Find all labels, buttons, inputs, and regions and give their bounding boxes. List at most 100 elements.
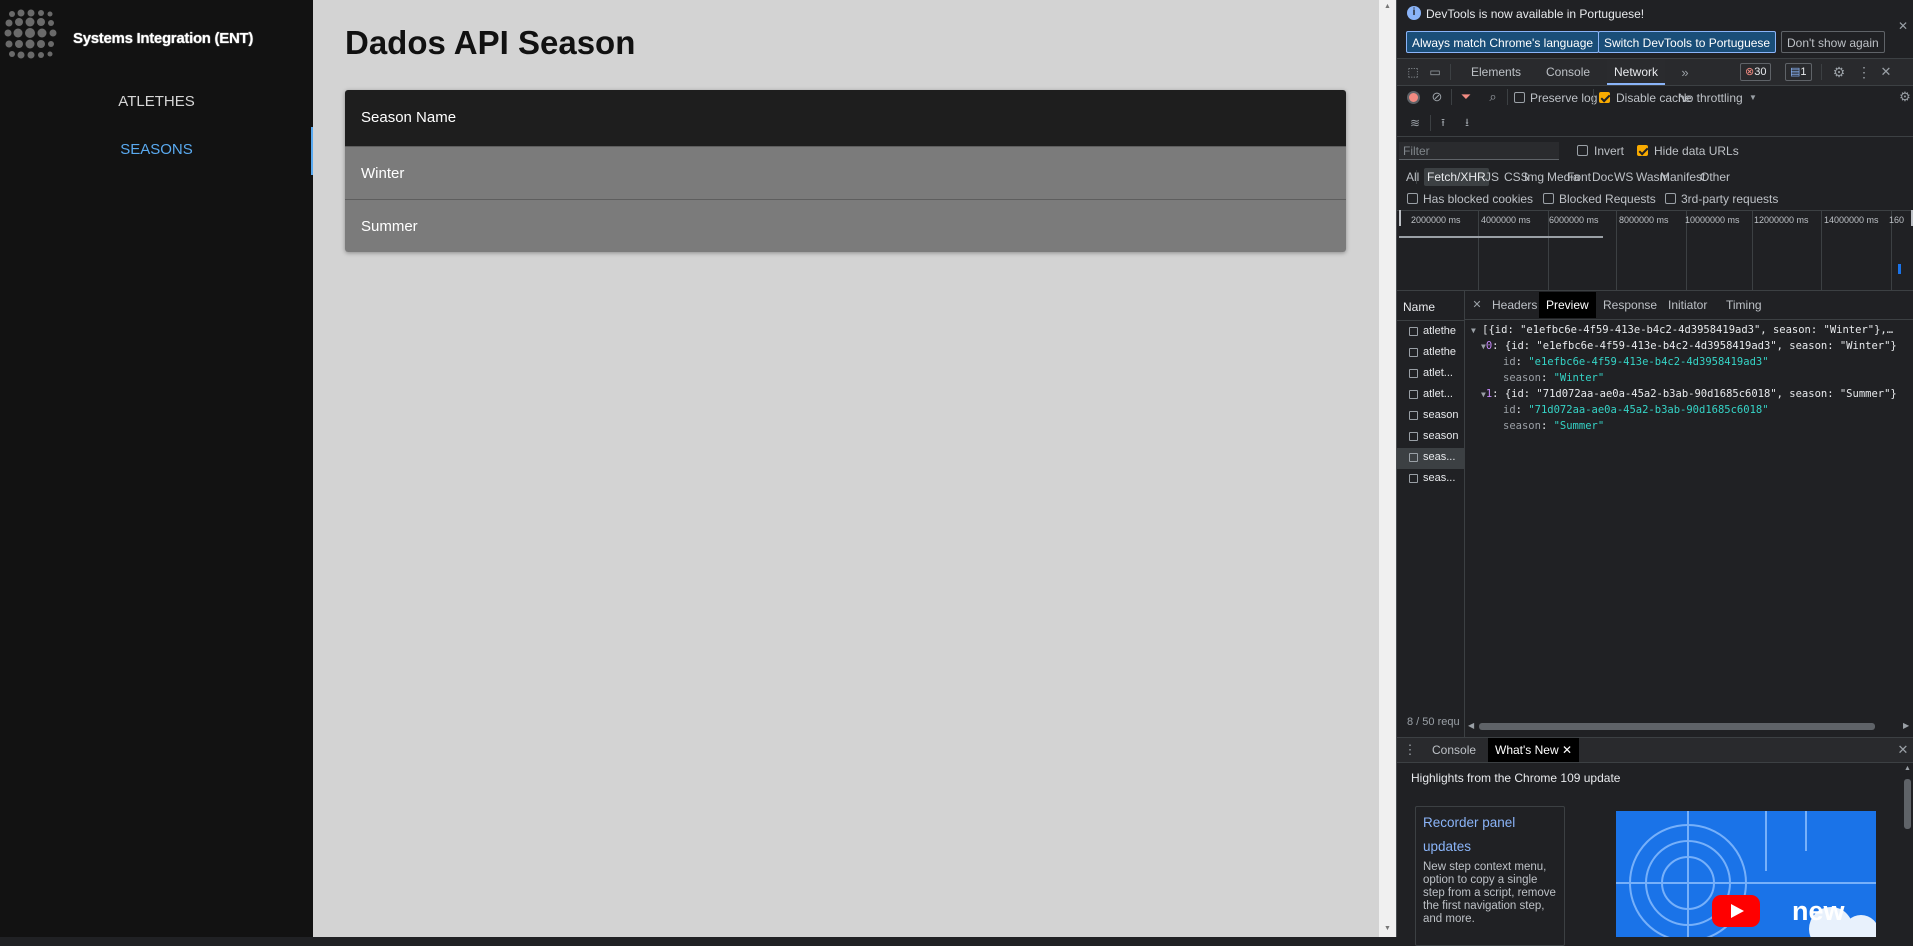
- type-filter-all[interactable]: All: [1403, 168, 1422, 186]
- request-row[interactable]: seas...: [1397, 448, 1464, 469]
- filter-input[interactable]: Filter: [1399, 142, 1559, 160]
- type-filter-js[interactable]: JS: [1482, 168, 1502, 186]
- request-checkbox[interactable]: [1409, 411, 1418, 420]
- preserve-log-checkbox[interactable]: [1514, 92, 1525, 103]
- type-filter-fetch-xhr[interactable]: Fetch/XHR: [1424, 168, 1489, 186]
- tab-elements[interactable]: Elements: [1464, 59, 1528, 85]
- chevron-down-icon[interactable]: ▼: [1748, 91, 1758, 103]
- youtube-play-icon[interactable]: [1712, 895, 1760, 927]
- video-thumbnail[interactable]: new: [1616, 811, 1876, 937]
- request-row[interactable]: atlethe: [1397, 322, 1464, 343]
- tab-preview[interactable]: Preview: [1539, 292, 1596, 318]
- request-row[interactable]: atlet...: [1397, 385, 1464, 406]
- request-row[interactable]: atlethe: [1397, 343, 1464, 364]
- type-filter-other[interactable]: Other: [1697, 168, 1733, 186]
- request-checkbox[interactable]: [1409, 474, 1418, 483]
- table-row[interactable]: Winter: [345, 146, 1346, 199]
- info-icon: i: [1407, 6, 1421, 20]
- request-row[interactable]: season: [1397, 427, 1464, 448]
- preview-horizontal-scrollbar[interactable]: ◀ ▶: [1465, 720, 1913, 733]
- request-checkbox[interactable]: [1409, 348, 1418, 357]
- nav-item-atlethes[interactable]: ATLETHES: [0, 93, 313, 110]
- scroll-thumb[interactable]: [1479, 723, 1875, 730]
- inspect-element-icon[interactable]: ⬚: [1406, 65, 1420, 79]
- scroll-right-icon[interactable]: ▶: [1903, 721, 1909, 730]
- json-item-row[interactable]: ▼1: {id: "71d072aa-ae0a-45a2-b3ab-90d168…: [1481, 388, 1897, 400]
- request-name: atlet...: [1423, 388, 1453, 400]
- import-har-icon[interactable]: ⭱: [1436, 116, 1450, 130]
- close-tab-icon[interactable]: ✕: [1562, 743, 1572, 757]
- drawer-tab-console[interactable]: Console: [1425, 738, 1483, 762]
- page-scrollbar[interactable]: ▲ ▼: [1379, 0, 1396, 937]
- nav-item-seasons[interactable]: SEASONS: [0, 141, 313, 158]
- request-name: season: [1423, 409, 1459, 421]
- scroll-down-icon[interactable]: ▼: [1384, 925, 1391, 932]
- request-checkbox[interactable]: [1409, 327, 1418, 336]
- more-options-icon[interactable]: ⋮: [1857, 64, 1871, 80]
- seasons-table: Season Name Winter Summer: [345, 90, 1346, 252]
- error-count-badge[interactable]: ⊗30: [1740, 63, 1772, 81]
- filter-icon[interactable]: ⏷: [1458, 89, 1474, 105]
- main-content: Dados API Season Season Name Winter Summ…: [313, 0, 1379, 937]
- record-icon[interactable]: [1407, 91, 1420, 104]
- device-toolbar-icon[interactable]: ▭: [1428, 65, 1442, 79]
- request-checkbox[interactable]: [1409, 432, 1418, 441]
- drawer-scrollbar[interactable]: ▲: [1901, 763, 1913, 937]
- invert-checkbox[interactable]: [1577, 145, 1588, 156]
- scroll-thumb[interactable]: [1904, 779, 1911, 829]
- timeline-tick-label: 4000000 ms: [1481, 215, 1531, 225]
- tab-response[interactable]: Response: [1596, 292, 1664, 318]
- has-blocked-cookies-checkbox[interactable]: [1407, 193, 1418, 204]
- message-count-badge[interactable]: ▤1: [1785, 63, 1812, 81]
- match-language-button[interactable]: Always match Chrome's language: [1406, 31, 1600, 53]
- third-party-requests-checkbox[interactable]: [1665, 193, 1676, 204]
- timeline-handle-left[interactable]: [1399, 210, 1401, 226]
- tab-initiator[interactable]: Initiator: [1661, 292, 1714, 318]
- settings-gear-icon[interactable]: ⚙: [1831, 64, 1847, 80]
- hide-data-urls-checkbox[interactable]: [1637, 145, 1648, 156]
- export-har-icon[interactable]: ⭳: [1460, 116, 1474, 130]
- scroll-left-icon[interactable]: ◀: [1468, 721, 1474, 730]
- more-tabs-icon[interactable]: »: [1678, 64, 1692, 80]
- close-banner-icon[interactable]: ✕: [1897, 19, 1909, 33]
- feature-card[interactable]: Recorder panel updates New step context …: [1415, 806, 1565, 946]
- feature-card-title[interactable]: Recorder panel updates: [1423, 811, 1553, 859]
- request-name: atlet...: [1423, 367, 1453, 379]
- request-checkbox[interactable]: [1409, 453, 1418, 462]
- tab-network[interactable]: Network: [1607, 59, 1666, 85]
- search-icon[interactable]: ⌕: [1485, 89, 1501, 105]
- sidebar: Systems Integration (ENT) ATLETHES SEASO…: [0, 0, 313, 937]
- scroll-up-icon[interactable]: ▲: [1384, 3, 1391, 10]
- drawer-tab-whats-new[interactable]: What's New ✕: [1488, 738, 1580, 762]
- request-checkbox[interactable]: [1409, 390, 1418, 399]
- request-row[interactable]: season: [1397, 406, 1464, 427]
- request-row[interactable]: atlet...: [1397, 364, 1464, 385]
- network-conditions-icon[interactable]: ≋: [1407, 116, 1423, 130]
- feature-card-body: New step context menu, option to copy a …: [1423, 861, 1556, 925]
- tab-console[interactable]: Console: [1539, 59, 1597, 85]
- network-settings-icon[interactable]: ⚙: [1898, 89, 1912, 105]
- throttling-select[interactable]: No throttling: [1678, 91, 1743, 105]
- close-devtools-icon[interactable]: ✕: [1879, 64, 1893, 80]
- disable-cache-checkbox[interactable]: [1599, 92, 1610, 103]
- json-item-row[interactable]: ▼0: {id: "e1efbc6e-4f59-413e-b4c2-4d3958…: [1481, 340, 1897, 352]
- dont-show-again-button[interactable]: Don't show again: [1781, 31, 1885, 53]
- detail-tab-bar: ✕ Headers Preview Response Initiator Tim…: [1465, 291, 1913, 319]
- blocked-requests-checkbox[interactable]: [1543, 193, 1554, 204]
- table-header: Season Name: [345, 90, 1346, 146]
- json-root-row[interactable]: ▼ [{id: "e1efbc6e-4f59-413e-b4c2-4d39584…: [1471, 324, 1893, 336]
- tab-headers[interactable]: Headers: [1485, 292, 1544, 318]
- switch-language-button[interactable]: Switch DevTools to Portuguese: [1598, 31, 1777, 53]
- request-row[interactable]: seas...: [1397, 469, 1464, 490]
- drawer-menu-icon[interactable]: ⋮: [1404, 742, 1417, 758]
- clear-icon[interactable]: ⊘: [1430, 89, 1444, 104]
- close-drawer-icon[interactable]: ✕: [1896, 742, 1910, 757]
- timeline-request-marker: [1898, 264, 1901, 274]
- tab-timing[interactable]: Timing: [1719, 292, 1769, 318]
- table-row[interactable]: Summer: [345, 199, 1346, 252]
- name-column-header[interactable]: Name: [1403, 300, 1435, 314]
- request-checkbox[interactable]: [1409, 369, 1418, 378]
- third-party-requests-label: 3rd-party requests: [1681, 192, 1779, 206]
- scroll-up-icon[interactable]: ▲: [1904, 765, 1911, 772]
- close-detail-icon[interactable]: ✕: [1471, 298, 1483, 311]
